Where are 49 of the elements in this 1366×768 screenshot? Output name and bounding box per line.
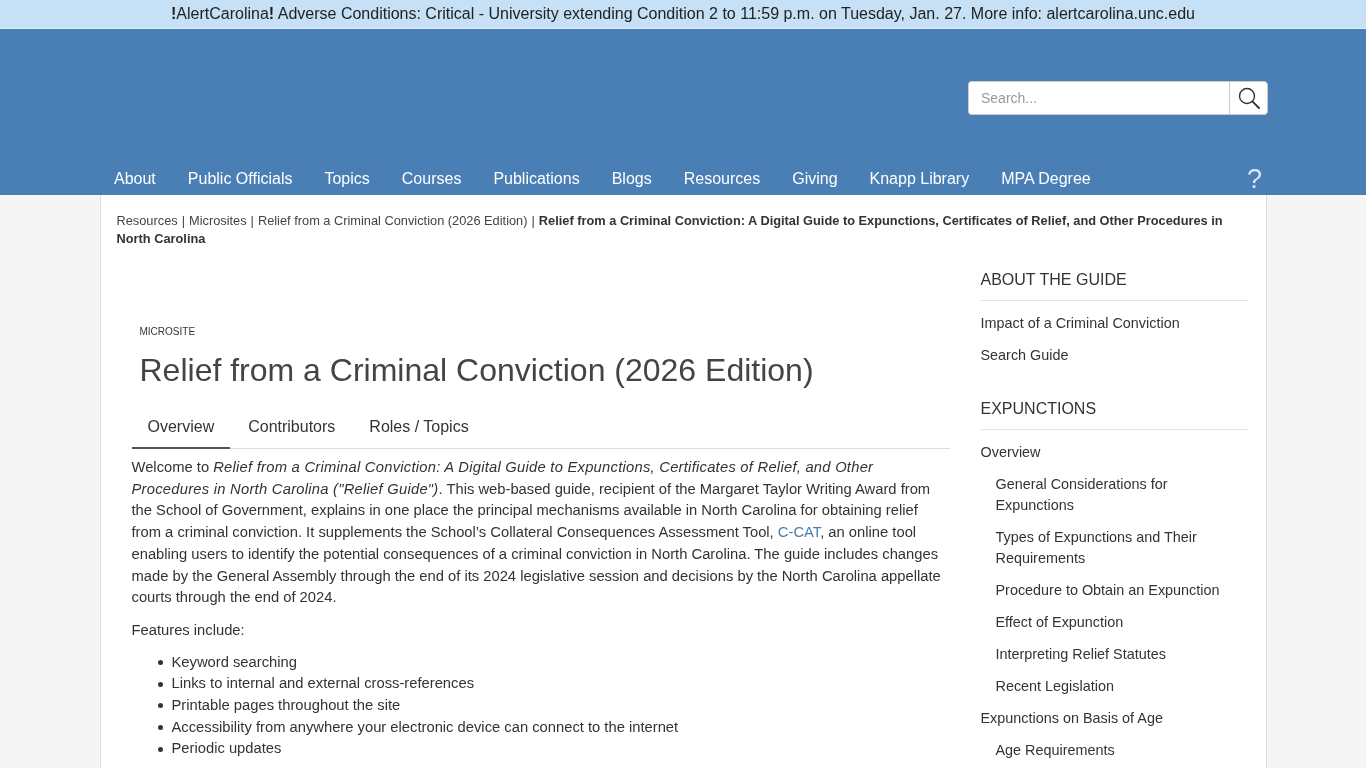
tab[interactable]: Contributors	[232, 407, 352, 449]
sidebar-sublink[interactable]: Age Requirements	[995, 739, 1115, 761]
bullet-icon	[157, 681, 163, 687]
inline-link[interactable]: C-CAT	[777, 524, 821, 541]
feature-item: Keyword searching	[171, 652, 297, 672]
sidebar-sublink[interactable]: Types of Expunctions and Their Requirements	[995, 526, 1236, 569]
alert-message: !AlertCarolina! Adverse Conditions: Critical - University extending Condition 2 to 11:59 p.m. on Tuesday, Jan. 27. More info: alertcarolina.unc.edu	[171, 4, 1195, 24]
nav-link[interactable]: Giving	[776, 169, 854, 195]
feature-item: Links to internal and external cross-references	[171, 674, 475, 694]
sidebar-sublink[interactable]: Procedure to Obtain an Expunction	[995, 579, 1220, 601]
sidebar-heading: EXPUNCTIONS	[980, 399, 1248, 430]
nav-link[interactable]: About	[98, 169, 172, 195]
feature-item: Periodic updates	[171, 739, 282, 759]
nav-link[interactable]: Public Officials	[171, 169, 309, 195]
breadcrumb-link[interactable]: Relief from a Criminal Conviction (2026 Edition)	[257, 213, 528, 228]
features-heading: Features include:	[131, 620, 245, 640]
section-label: MICROSITE	[139, 326, 196, 338]
search-button[interactable]	[1229, 81, 1268, 115]
sidebar-sublink[interactable]: Effect of Expunction	[995, 611, 1124, 633]
intro-paragraph: Welcome to Relief from a Criminal Conviction: A Digital Guide to Expunctions, Certificates of Relief, and Other Procedures in North Carolina ("Relief Guide"). This web-based guide, recipient of the Margaret Taylor Writing Award from the School of Government, explains in one place the principal mechanisms available in North Carolina for obtaining relief from a criminal conviction. It supplements the School’s Collateral Consequences Assessment Tool, C-CAT, an online tool enabling users to identify the potential consequences of a criminal conviction in North Carolina. The guide includes changes made by the General Assembly through the end of its 2024 legislative session and decisions by the North Carolina appellate courts through the end of 2024.	[131, 458, 942, 608]
search-icon	[1237, 87, 1260, 109]
sidebar-sublink[interactable]: Interpreting Relief Statutes	[995, 643, 1166, 665]
sidebar-sublink[interactable]: Recent Legislation	[995, 675, 1114, 697]
nav-link[interactable]: Publications	[477, 169, 596, 195]
sidebar-heading: ABOUT THE GUIDE	[980, 270, 1248, 301]
nav-link[interactable]: Knapp Library	[853, 169, 986, 195]
sidebar-sublink[interactable]: General Considerations for Expunctions	[995, 473, 1236, 516]
nav-link[interactable]: MPA Degree	[985, 169, 1107, 195]
bullet-icon	[157, 746, 163, 752]
nav-link[interactable]: Blogs	[595, 169, 668, 195]
sidebar-link[interactable]: Search Guide	[980, 344, 1069, 366]
page-title: Relief from a Criminal Conviction (2026 Edition)	[139, 351, 814, 389]
bullet-icon	[157, 659, 163, 665]
sidebar-link[interactable]: Overview	[980, 441, 1041, 463]
breadcrumb-trail: Resources | Microsites | Relief from a Criminal Conviction (2026 Edition) | Relief from a Criminal Conviction: A Digital Guide to Expunctions, Certificates of Relief, and Other Procedures in North Carolina	[116, 212, 1224, 248]
feature-item: Printable pages throughout the site	[171, 696, 401, 716]
tab[interactable]: Overview	[131, 407, 231, 449]
breadcrumb-link[interactable]: Microsites	[189, 213, 247, 228]
search-field[interactable]: Search...	[968, 81, 1229, 115]
feature-item: Accessibility from anywhere your electronic device can connect to the internet	[171, 717, 679, 737]
tab[interactable]: Roles / Topics	[353, 407, 485, 449]
bullet-icon	[157, 725, 163, 731]
nav-link[interactable]: Topics	[308, 169, 386, 195]
bullet-icon	[157, 703, 163, 709]
nav-link[interactable]: Resources	[667, 169, 777, 195]
nav-link[interactable]: Courses	[385, 169, 478, 195]
breadcrumb-link[interactable]: Resources	[116, 213, 178, 228]
sidebar-link[interactable]: Impact of a Criminal Conviction	[980, 312, 1180, 334]
sidebar-link[interactable]: Expunctions on Basis of Age	[980, 707, 1163, 729]
